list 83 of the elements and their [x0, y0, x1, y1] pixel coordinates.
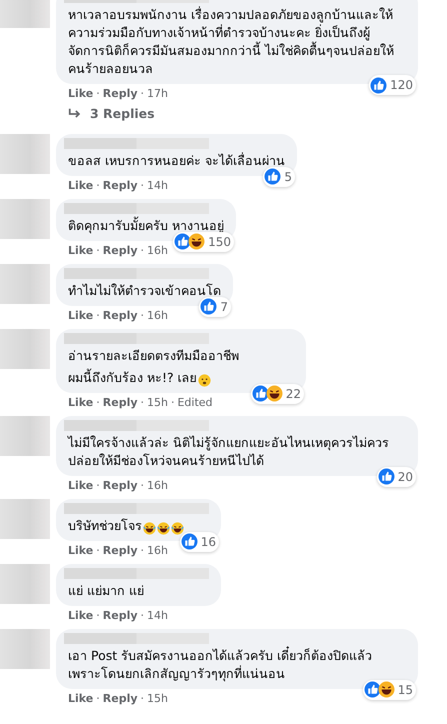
- comment-text: หาเวลาอบรมพนักงาน เรื่องความปลอดภัยของลูกบ้านและให้ความร่วมมือกับทางเจ้าหน้าที่ตำรวจบ้างนะคะ ยิ่งเป็นถึงผู้จัดการนิติก็ควรมีมันสมองมากกว่านี้ ไม่ใช่คิดตื้นๆจนปล่อยให้คนร้ายลอยนวล: [68, 6, 395, 78]
- timestamp: 14h: [147, 178, 168, 193]
- blurred-avatar: [0, 134, 50, 174]
- timestamp: 16h: [147, 308, 168, 323]
- separator-dot: ·: [96, 242, 100, 258]
- blurred-avatar: [0, 328, 50, 369]
- reply-link[interactable]: Reply: [102, 608, 138, 623]
- separator-dot: ·: [170, 394, 174, 410]
- like-link[interactable]: Like: [68, 178, 94, 193]
- laughing-emoji-icon: [171, 522, 184, 535]
- like-icon: [378, 468, 395, 486]
- laughing-emoji-icon: [143, 522, 156, 535]
- timestamp: 17h: [147, 86, 168, 101]
- blurred-avatar: [0, 628, 50, 669]
- blurred-avatar: [0, 498, 50, 539]
- separator-dot: ·: [96, 86, 100, 101]
- separator-dot: ·: [140, 394, 144, 410]
- blurred-avatar: [0, 0, 50, 28]
- laughing-emoji-icon: [188, 233, 206, 250]
- edited-label: Edited: [177, 394, 213, 410]
- laughing-emoji-icon: [266, 385, 283, 402]
- blurred-avatar: [0, 564, 50, 604]
- separator-dot: ·: [96, 542, 100, 558]
- reply-link[interactable]: Reply: [102, 308, 138, 323]
- like-icon: [180, 533, 198, 550]
- reaction-badge[interactable]: 5: [263, 166, 295, 187]
- reply-link[interactable]: Reply: [102, 394, 138, 410]
- comment-text: แย่ แย่มาก แย่: [68, 582, 145, 600]
- reply-link[interactable]: Reply: [102, 542, 138, 558]
- like-icon: [174, 233, 192, 250]
- reaction-badge[interactable]: 15: [362, 680, 416, 700]
- view-replies-link[interactable]: 3 Replies: [90, 105, 155, 124]
- separator-dot: ·: [96, 690, 100, 706]
- reaction-badge[interactable]: 120: [369, 75, 416, 95]
- timestamp: 15h: [147, 690, 168, 706]
- like-link[interactable]: Like: [68, 86, 94, 101]
- reaction-badge[interactable]: 22: [250, 384, 304, 404]
- reply-link[interactable]: Reply: [102, 478, 138, 493]
- timestamp: 16h: [147, 478, 168, 493]
- like-icon: [264, 168, 282, 186]
- like-link[interactable]: Like: [68, 608, 94, 623]
- laughing-emoji-icon: [378, 681, 395, 698]
- like-icon: [364, 681, 381, 698]
- separator-dot: ·: [140, 690, 144, 706]
- reply-link[interactable]: Reply: [102, 178, 138, 193]
- blurred-avatar: [0, 198, 50, 239]
- like-link[interactable]: Like: [68, 542, 94, 558]
- reaction-badge[interactable]: 7: [199, 296, 231, 317]
- like-link[interactable]: Like: [68, 242, 94, 258]
- separator-dot: ·: [96, 394, 100, 410]
- separator-dot: ·: [140, 542, 144, 558]
- separator-dot: ·: [140, 86, 144, 101]
- like-icon: [252, 385, 269, 402]
- like-link[interactable]: Like: [68, 394, 94, 410]
- timestamp: 14h: [147, 608, 168, 623]
- comment-text: อ่านรายละเอียดตรงทีมมืออาชีพ: [68, 346, 240, 365]
- separator-dot: ·: [96, 608, 100, 623]
- like-icon: [370, 76, 388, 94]
- like-link[interactable]: Like: [68, 690, 94, 706]
- reaction-badge[interactable]: 20: [376, 466, 416, 487]
- like-link[interactable]: Like: [68, 478, 94, 493]
- reply-link[interactable]: Reply: [102, 242, 138, 258]
- separator-dot: ·: [140, 178, 144, 193]
- blurred-avatar: [0, 416, 50, 456]
- like-icon: [200, 298, 218, 316]
- timestamp: 15h: [147, 394, 168, 410]
- separator-dot: ·: [96, 308, 100, 323]
- separator-dot: ·: [96, 478, 100, 493]
- like-link[interactable]: Like: [68, 308, 94, 323]
- blurred-avatar: [0, 264, 50, 304]
- timestamp: 16h: [147, 542, 168, 558]
- laughing-emoji-icon: [157, 522, 170, 535]
- separator-dot: ·: [140, 478, 144, 493]
- timestamp: 16h: [147, 242, 168, 258]
- reaction-badge[interactable]: 150: [173, 232, 234, 252]
- separator-dot: ·: [140, 308, 144, 323]
- separator-dot: ·: [96, 178, 100, 193]
- sad-emoji-icon: [198, 374, 211, 387]
- reply-link[interactable]: Reply: [102, 86, 138, 101]
- reaction-badge[interactable]: 16: [180, 532, 219, 552]
- reply-link[interactable]: Reply: [102, 690, 138, 706]
- separator-dot: ·: [140, 242, 144, 258]
- separator-dot: ·: [140, 608, 144, 623]
